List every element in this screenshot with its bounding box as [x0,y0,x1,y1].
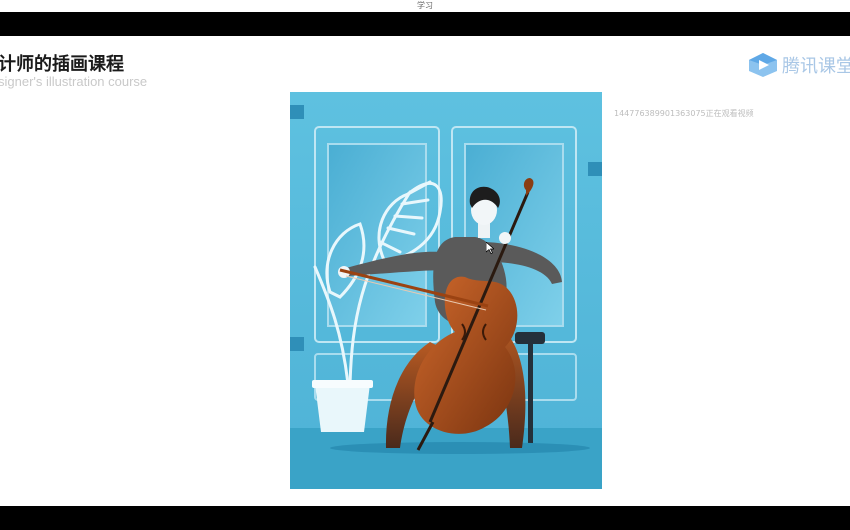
course-title: 计师的插画课程 [0,54,124,75]
wall-tile [588,162,602,176]
video-letterbox-top [0,12,850,36]
wall-tile [290,105,304,119]
course-subtitle: signer's illustration course [0,74,148,89]
viewer-watermark: 144776389901363075正在观看视频 [614,109,754,118]
performer-hand-right [499,232,511,244]
floor [290,428,602,489]
cellist-illustration [290,92,602,489]
brand-name: 腾讯课堂 [782,56,850,77]
window-title: 学习 [417,1,433,10]
mouse-cursor-icon [486,242,494,254]
play-triangle-icon [749,53,777,77]
video-letterbox-bottom [0,506,850,530]
window-title-bar: 学习 [0,0,850,12]
slide-content: 计师的插画课程 signer's illustration course 腾讯课… [0,36,850,506]
window-left [314,126,440,343]
wall-tile [290,337,304,351]
brand-logo: 腾讯课堂 [748,52,850,78]
floor-shadow [330,442,590,454]
plant-pot [312,380,373,432]
